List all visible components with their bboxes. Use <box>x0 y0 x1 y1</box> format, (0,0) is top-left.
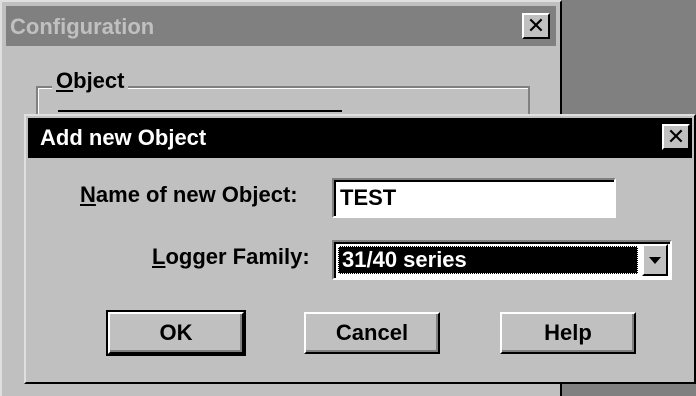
dialog-title: Add new Object <box>40 125 207 150</box>
chevron-down-icon <box>649 256 661 264</box>
object-name-input[interactable]: TEST <box>332 178 616 218</box>
object-group-label-accel: O <box>56 68 74 93</box>
logger-family-dropdown-button[interactable] <box>642 244 668 276</box>
cancel-button[interactable]: Cancel <box>304 312 440 354</box>
configuration-close-button[interactable]: ✕ <box>522 13 550 39</box>
logger-family-selected-value[interactable]: 31/40 series <box>338 246 638 274</box>
object-group-label-text: bject <box>73 68 125 93</box>
name-label: Name of new Object: <box>80 182 298 208</box>
configuration-title: Configuration <box>10 14 155 39</box>
dialog-titlebar[interactable]: Add new Object ✕ <box>28 118 692 158</box>
close-icon: ✕ <box>666 124 686 149</box>
help-button[interactable]: Help <box>500 312 636 354</box>
name-label-accel: N <box>80 182 96 207</box>
add-new-object-dialog: Add new Object ✕ Name of new Object: TES… <box>24 114 696 384</box>
object-group-label: Object <box>52 68 129 94</box>
logger-family-select[interactable]: 31/40 series <box>332 240 672 280</box>
name-label-text: ame of new Object: <box>95 182 298 207</box>
logger-family-label-accel: L <box>152 244 166 269</box>
dialog-close-button[interactable]: ✕ <box>662 124 690 150</box>
logger-family-label-text: ogger Family: <box>165 244 310 269</box>
ok-button[interactable]: OK <box>106 310 246 356</box>
logger-family-label: Logger Family: <box>152 244 310 270</box>
configuration-titlebar[interactable]: Configuration ✕ <box>6 6 556 46</box>
close-icon: ✕ <box>526 13 546 38</box>
